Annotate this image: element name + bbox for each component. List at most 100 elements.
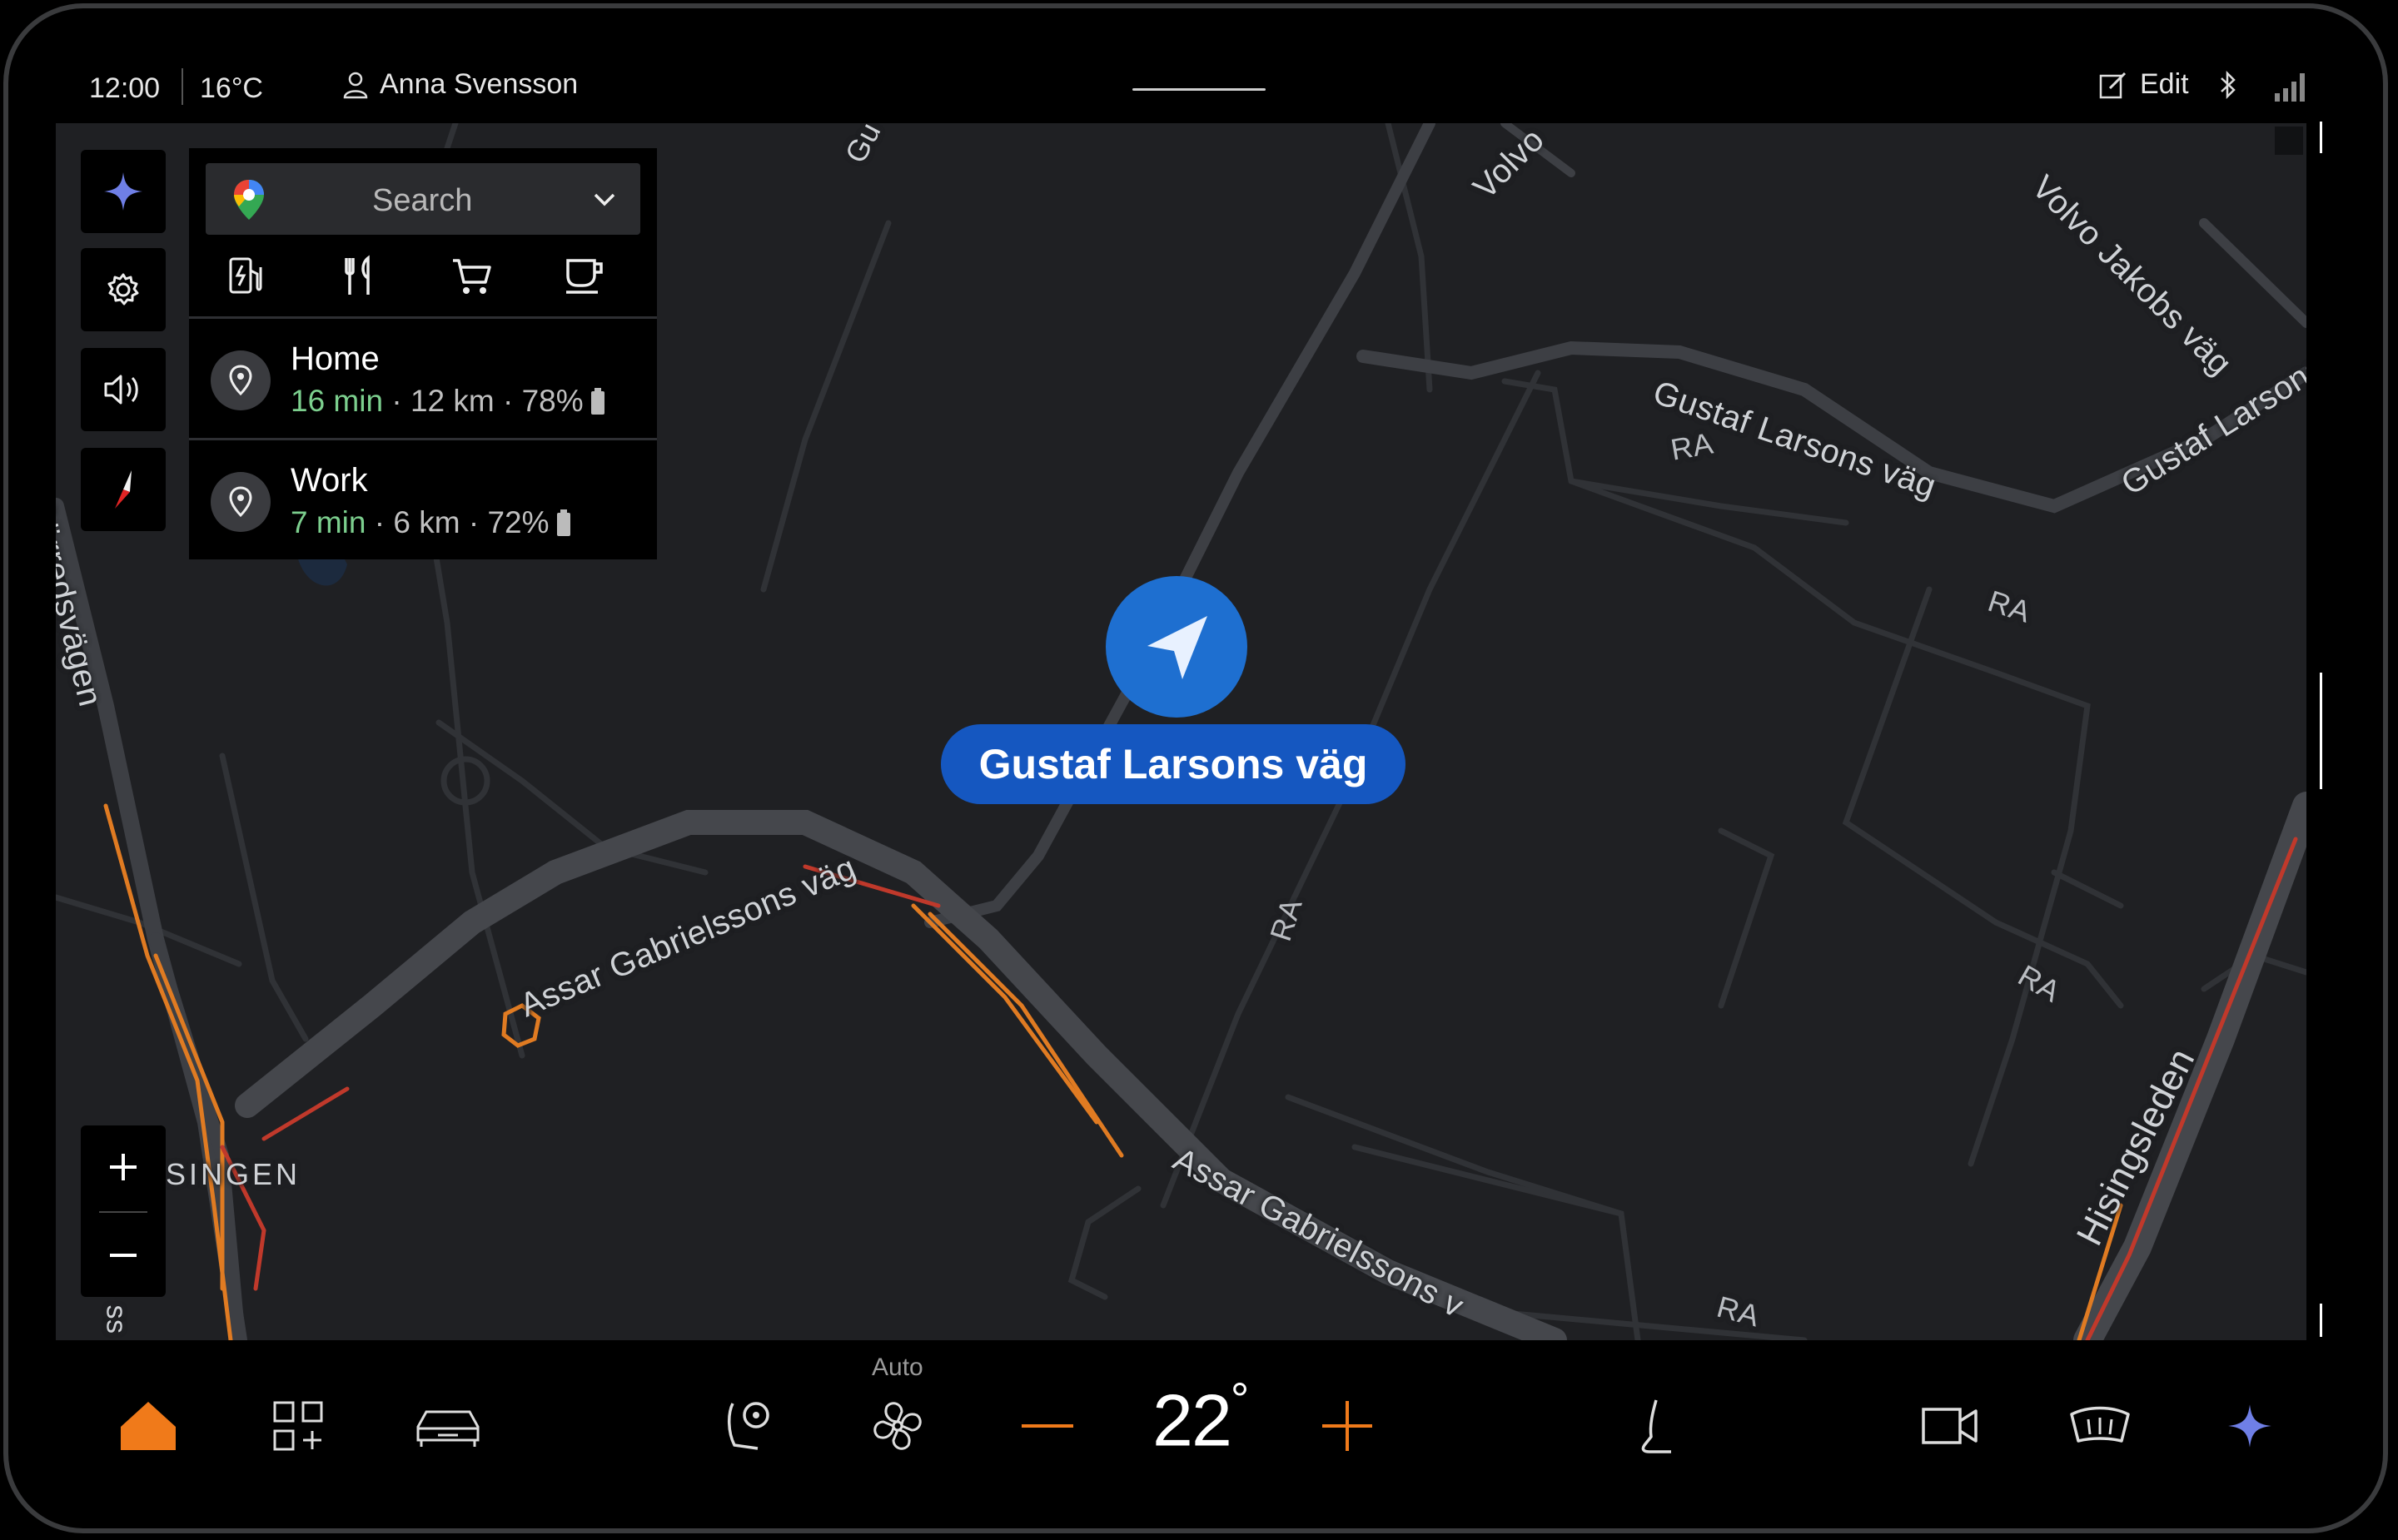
- current-street-label: Gustaf Larsons väg: [941, 724, 1405, 804]
- location-pin-icon: [211, 472, 271, 532]
- car-icon: [416, 1410, 480, 1447]
- minor-road: [1568, 478, 1849, 526]
- fan-icon: [873, 1402, 922, 1450]
- apps-button[interactable]: [261, 1388, 336, 1463]
- status-divider: [182, 68, 183, 105]
- temperature-increase-button[interactable]: [1310, 1388, 1385, 1463]
- gear-icon: [107, 273, 139, 306]
- battery-icon: [556, 509, 570, 536]
- edit-button[interactable]: Edit: [2098, 68, 2189, 101]
- destination-distance: · 6 km ·: [374, 505, 480, 539]
- cabin-temperature[interactable]: 22°: [1152, 1373, 1249, 1463]
- car-button[interactable]: [410, 1388, 485, 1463]
- search-panel: Search Home 16 min · 12 km · 78% Work 7 …: [189, 148, 657, 559]
- edit-icon: [2099, 72, 2127, 98]
- drag-handle[interactable]: [1132, 88, 1266, 91]
- edit-label: Edit: [2140, 68, 2189, 100]
- seat-icon: [1641, 1399, 1671, 1453]
- status-bar: 12:00 16°C Anna Svensson Edit: [0, 50, 2398, 125]
- device-frame: 12:00 16°C Anna Svensson Edit Gustaf Lar…: [0, 0, 2398, 1540]
- compass-icon: [115, 470, 132, 509]
- minus-icon: [1022, 1424, 1073, 1428]
- search-input[interactable]: Search: [206, 163, 640, 235]
- user-icon: [343, 72, 368, 98]
- location-pin-icon: [211, 350, 271, 410]
- ev-charging-icon[interactable]: [216, 250, 275, 303]
- map-settings-button[interactable]: [81, 248, 166, 331]
- sparkle-icon: [2228, 1404, 2271, 1448]
- temperature-unit: °: [1230, 1373, 1249, 1425]
- speaker-icon: [104, 375, 138, 405]
- map-corner-square: [2275, 127, 2303, 155]
- minor-road: [1067, 1185, 1142, 1300]
- shopping-cart-icon[interactable]: [443, 250, 501, 303]
- fan-button[interactable]: [860, 1388, 935, 1463]
- edge-indicator: [2320, 673, 2322, 789]
- minor-road: [1718, 827, 1775, 1009]
- zoom-in-button[interactable]: [81, 1125, 166, 1209]
- main-road: [2199, 218, 2306, 328]
- zoom-divider: [99, 1211, 147, 1213]
- user-name: Anna Svensson: [380, 68, 579, 100]
- battery-icon: [590, 388, 604, 415]
- defrost-button[interactable]: [2062, 1388, 2137, 1463]
- minus-icon: [110, 1254, 137, 1257]
- destination-work[interactable]: Work 7 min · 6 km · 72%: [189, 438, 657, 560]
- bottom-bar: Auto 22°: [0, 1340, 2398, 1515]
- zoom-controls: [81, 1125, 166, 1297]
- windshield-defrost-icon: [2070, 1406, 2130, 1443]
- destination-distance: · 12 km ·: [391, 384, 514, 418]
- plus-icon: [1322, 1401, 1372, 1451]
- seat-steering-icon: [728, 1402, 769, 1450]
- chevron-down-icon[interactable]: [592, 188, 617, 210]
- bluetooth-icon: [2218, 70, 2238, 107]
- voice-guidance-button[interactable]: [81, 348, 166, 431]
- maps-logo-icon: [234, 180, 264, 220]
- edge-indicator: [2320, 122, 2322, 153]
- destination-name: Work: [291, 462, 368, 499]
- plus-icon: [110, 1154, 137, 1180]
- minor-road: [1285, 1094, 1624, 1217]
- destination-name: Home: [291, 340, 380, 377]
- outside-temperature: 16°C: [200, 72, 263, 104]
- home-button[interactable]: [111, 1388, 186, 1463]
- navigation-arrow-icon: [1147, 616, 1207, 679]
- destination-battery: 72%: [487, 505, 550, 539]
- sparkle-icon: [104, 172, 142, 211]
- camera-button[interactable]: [1913, 1388, 1988, 1463]
- search-placeholder: Search: [372, 183, 473, 218]
- destination-home[interactable]: Home 16 min · 12 km · 78%: [189, 316, 657, 439]
- temperature-decrease-button[interactable]: [1010, 1388, 1085, 1463]
- assistant-button[interactable]: [81, 150, 166, 233]
- user-profile[interactable]: Anna Svensson: [343, 68, 578, 101]
- apps-grid-icon: [273, 1401, 323, 1451]
- destination-eta: 16 min: [291, 384, 384, 418]
- clock: 12:00: [89, 72, 161, 104]
- map-label-ra: RA: [1668, 425, 1716, 467]
- minor-road: [2051, 869, 2124, 909]
- camera-icon: [1922, 1408, 1978, 1444]
- minor-road: [760, 220, 892, 593]
- category-shortcuts: [189, 241, 657, 311]
- destination-meta: 7 min · 6 km · 72%: [291, 505, 571, 540]
- destination-battery: 78%: [521, 384, 584, 418]
- temperature-value: 22: [1152, 1379, 1232, 1462]
- minor-road: [1842, 586, 2124, 1009]
- destination-meta: 16 min · 12 km · 78%: [291, 384, 605, 419]
- map-label-singen: SINGEN: [166, 1157, 301, 1191]
- compass-button[interactable]: [81, 448, 166, 531]
- zoom-out-button[interactable]: [81, 1214, 166, 1297]
- seat-heating-button[interactable]: [1618, 1388, 1693, 1463]
- restaurant-icon[interactable]: [331, 250, 389, 303]
- climate-mode: Auto: [872, 1354, 923, 1381]
- heated-steering-button[interactable]: [710, 1388, 785, 1463]
- map-label-ss: ss: [100, 1304, 132, 1334]
- minor-road: [219, 753, 309, 1042]
- coffee-icon[interactable]: [555, 250, 614, 303]
- home-icon: [121, 1402, 176, 1450]
- minor-road: [1501, 378, 1575, 484]
- signal-strength-icon: [2273, 72, 2308, 109]
- destination-eta: 7 min: [291, 505, 366, 539]
- current-location-marker[interactable]: [1106, 576, 1247, 718]
- assistant-bottom-button[interactable]: [2212, 1388, 2287, 1463]
